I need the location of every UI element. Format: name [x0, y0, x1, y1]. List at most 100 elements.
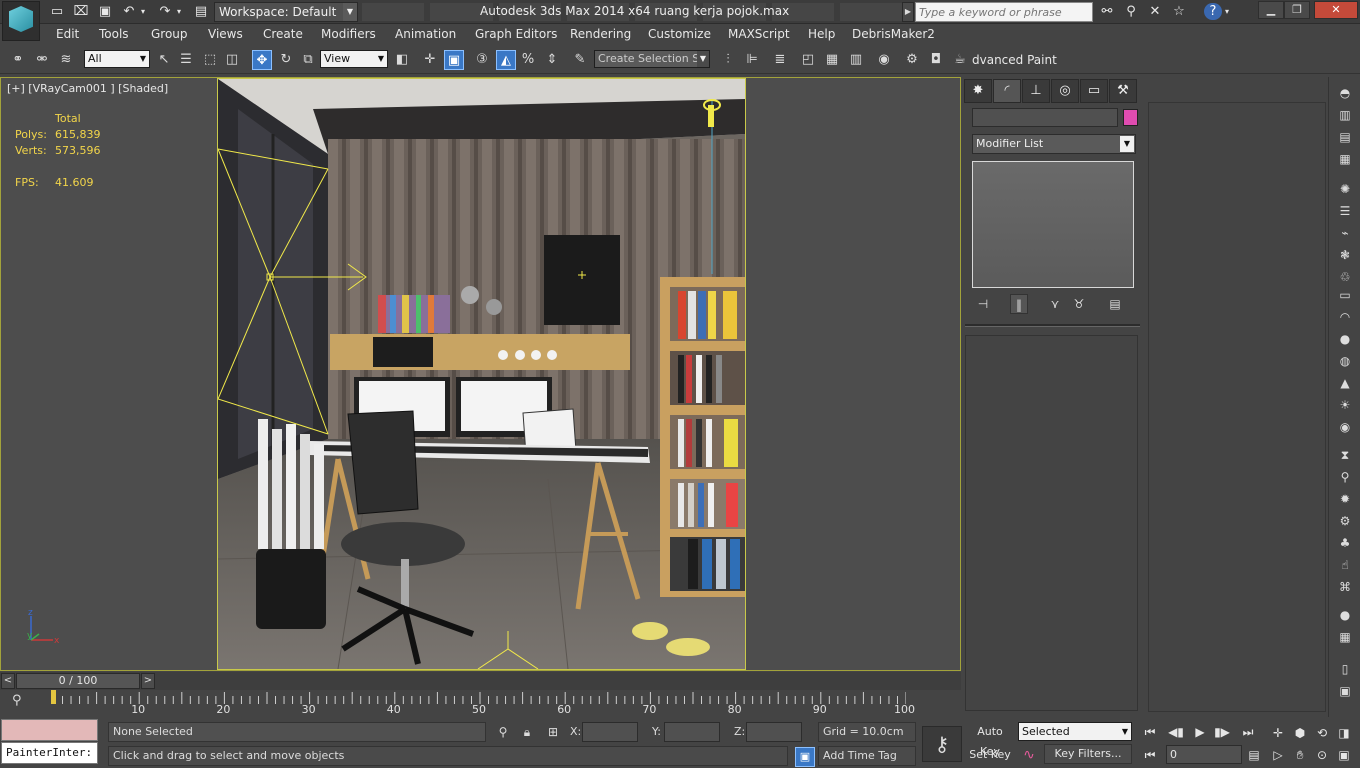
spinner-snap-icon[interactable]: ⇕: [542, 50, 562, 70]
orbit-subobject-icon[interactable]: ⊙: [1312, 745, 1332, 765]
undo-icon[interactable]: ↶: [120, 3, 138, 20]
help-dropdown-icon[interactable]: ▾: [1222, 3, 1232, 20]
lock-icon[interactable]: 🔒︎: [518, 723, 536, 741]
menu-customize[interactable]: Customize: [648, 27, 711, 41]
plant-icon[interactable]: ♣: [1336, 535, 1354, 551]
maxscript-listener-output[interactable]: [1, 719, 98, 741]
object-color-swatch[interactable]: [1123, 109, 1138, 126]
grid-icon[interactable]: ▦: [1336, 151, 1354, 167]
menu-debrismaker2[interactable]: DebrisMaker2: [852, 27, 935, 41]
maximize-viewport-icon[interactable]: ▣: [1334, 745, 1354, 765]
key-mode-toggle-icon[interactable]: ⏮: [1140, 745, 1160, 765]
material-editor-icon[interactable]: ◉: [874, 50, 894, 70]
schematic-view-icon[interactable]: ▥: [846, 50, 866, 70]
fov-triangle-icon[interactable]: ▷: [1268, 745, 1288, 765]
menu-help[interactable]: Help: [808, 27, 835, 41]
app-menu-button[interactable]: [2, 1, 40, 41]
new-file-icon[interactable]: ▭: [48, 3, 66, 20]
x-coordinate-field[interactable]: [582, 722, 638, 742]
window-crossing-icon[interactable]: ◫: [222, 50, 242, 70]
scene-explorer-icon[interactable]: ▥: [1336, 107, 1354, 123]
particle-flow-icon[interactable]: ✹: [1336, 491, 1354, 507]
dome-icon[interactable]: ◠: [1336, 309, 1354, 325]
minimize-button[interactable]: ▁: [1258, 1, 1284, 19]
percent-snap-icon[interactable]: %: [518, 50, 538, 70]
search-input[interactable]: [915, 2, 1093, 22]
field-of-view-icon[interactable]: ◨: [1334, 723, 1354, 743]
toolbox-icon[interactable]: ▣: [1336, 683, 1354, 699]
named-selection-set-dropdown[interactable]: Create Selection Se ▼: [594, 50, 710, 68]
rendered-frame-window-icon[interactable]: ◘: [926, 50, 946, 70]
modifier-list-dropdown[interactable]: Modifier List ▼: [972, 134, 1136, 154]
zoom-icon[interactable]: ✛: [1268, 723, 1288, 743]
set-keys-key-icon[interactable]: ⚷: [922, 726, 962, 762]
pivot-center-icon[interactable]: ◧: [392, 50, 412, 70]
workspace-dropdown[interactable]: Workspace: Default ▼: [214, 2, 358, 22]
time-tag-icon[interactable]: ▣: [795, 747, 815, 767]
open-file-icon[interactable]: ⌧: [72, 3, 90, 20]
menu-create[interactable]: Create: [263, 27, 303, 41]
time-slider-thumb[interactable]: 0 / 100: [16, 673, 140, 689]
save-icon[interactable]: ▣: [96, 3, 114, 20]
bulb-icon[interactable]: ◉: [1336, 419, 1354, 435]
bind-spacewarp-icon[interactable]: ≋: [56, 50, 76, 70]
modify-icon[interactable]: ◜: [993, 79, 1021, 103]
help-icon[interactable]: ?: [1204, 3, 1222, 20]
add-time-tag-button[interactable]: Add Time Tag: [818, 746, 916, 766]
modifier-stack[interactable]: [972, 161, 1134, 288]
shape-icon[interactable]: ♲: [1336, 269, 1354, 285]
layer-icon[interactable]: ▤: [1336, 129, 1354, 145]
cone-icon[interactable]: ▲: [1336, 375, 1354, 391]
menu-views[interactable]: Views: [208, 27, 243, 41]
object-name-field[interactable]: [972, 108, 1118, 127]
select-and-move-icon[interactable]: ✥: [252, 50, 272, 70]
eye-icon[interactable]: ◓: [1336, 85, 1354, 101]
viewport-label[interactable]: [+] [VRayCam001 ] [Shaded]: [7, 82, 168, 95]
configure-modifier-sets-icon[interactable]: ▤: [1106, 294, 1124, 314]
track-bar[interactable]: ⚲ 10 20 30 40 50 60 70 80 90 100: [0, 690, 961, 718]
current-frame-field[interactable]: 0: [1166, 745, 1242, 764]
menu-maxscript[interactable]: MAXScript: [728, 27, 790, 41]
pan-hand-icon[interactable]: ✋︎: [1290, 745, 1310, 765]
menu-edit[interactable]: Edit: [56, 27, 79, 41]
bone-icon[interactable]: ⚲: [1336, 469, 1354, 485]
document-icon[interactable]: ▯: [1336, 661, 1354, 677]
time-slider[interactable]: < 0 / 100 >: [0, 672, 961, 690]
display-icon[interactable]: ▭: [1080, 79, 1108, 103]
edit-named-selection-icon[interactable]: ✎: [570, 50, 590, 70]
make-unique-icon[interactable]: ⋎: [1046, 294, 1064, 314]
select-object-icon[interactable]: ↖: [154, 50, 174, 70]
key-search-icon[interactable]: ⚲: [1122, 3, 1140, 20]
go-to-start-icon[interactable]: ⏮: [1140, 722, 1160, 742]
reference-coordinate-dropdown[interactable]: View ▼: [320, 50, 388, 68]
utilities-icon[interactable]: ⚒: [1109, 79, 1137, 103]
mirror-icon[interactable]: ⫶: [718, 50, 738, 70]
render-teapot-icon[interactable]: ☕: [950, 50, 970, 70]
curve-editor-icon[interactable]: ▦: [822, 50, 842, 70]
maximize-button[interactable]: ❐: [1284, 1, 1310, 19]
subscription-icon[interactable]: ✕: [1146, 3, 1164, 20]
rendered-scene[interactable]: [217, 78, 746, 670]
set-key-button[interactable]: Set Key: [966, 745, 1014, 765]
previous-frame-button[interactable]: <: [1, 673, 15, 689]
key-filters-button[interactable]: Key Filters...: [1044, 744, 1132, 764]
next-frame-button[interactable]: >: [141, 673, 155, 689]
binoculars-icon[interactable]: ⚯: [1098, 3, 1116, 20]
current-time-marker[interactable]: [51, 690, 56, 704]
maxscript-listener-input[interactable]: PainterInter:: [1, 742, 98, 764]
create-icon[interactable]: ✸: [964, 79, 992, 103]
menu-modifiers[interactable]: Modifiers: [321, 27, 376, 41]
show-end-result-icon[interactable]: ‖: [1010, 294, 1028, 314]
menu-rendering[interactable]: Rendering: [570, 27, 631, 41]
previous-key-icon[interactable]: ◀▮: [1166, 722, 1186, 742]
menu-group[interactable]: Group: [151, 27, 188, 41]
default-tangent-icon[interactable]: ∿: [1018, 745, 1040, 765]
remove-modifier-icon[interactable]: ♉: [1070, 294, 1088, 314]
box-icon[interactable]: ▭: [1336, 287, 1354, 303]
infocenter-toggle[interactable]: ▶: [902, 2, 914, 22]
chart-icon[interactable]: ▦: [1336, 629, 1354, 645]
orbit-icon[interactable]: ⟲: [1312, 723, 1332, 743]
key-mode-dropdown[interactable]: Selected ▼: [1018, 722, 1132, 741]
spiral-icon[interactable]: ⌘: [1336, 579, 1354, 595]
z-coordinate-field[interactable]: [746, 722, 802, 742]
